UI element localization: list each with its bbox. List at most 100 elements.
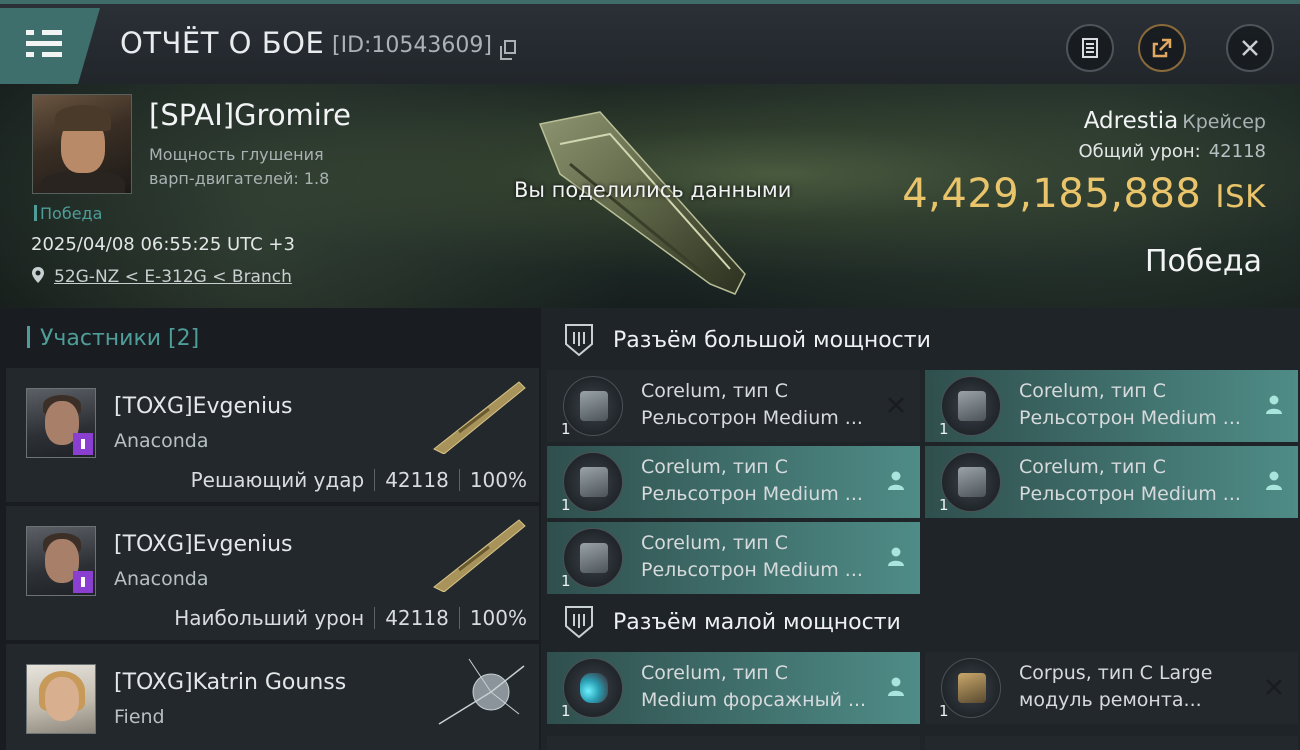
copy-icon[interactable] (500, 40, 516, 60)
high-slot-title: Разъём большой мощности (613, 328, 931, 353)
person-icon (888, 547, 904, 566)
module-type: Рельсотрон Medium ... (641, 483, 863, 505)
module-type: Рельсотрон Medium ... (1019, 483, 1241, 505)
module-quantity: 1 (939, 420, 949, 438)
module-type: модуль ремонта... (1019, 689, 1202, 711)
module-shape (580, 543, 608, 573)
person-icon (888, 677, 904, 696)
report-id: [ID:10543609] (332, 33, 492, 58)
total-damage: Общий урон: 42118 (1078, 141, 1266, 162)
divider (374, 469, 376, 491)
high-slot-icon (565, 324, 593, 357)
low-slot-title: Разъём малой мощности (613, 610, 901, 635)
participant-percent: 100% (469, 606, 527, 630)
module-quantity: 1 (561, 702, 571, 720)
afterburner-icon (563, 658, 623, 718)
divider (458, 469, 460, 491)
menu-button[interactable] (0, 8, 100, 84)
module-type: Рельсотрон Medium ... (641, 559, 863, 581)
report-button[interactable] (1066, 24, 1114, 72)
pilot-stat: Мощность глушения варп-двигателей: 1.8 (149, 143, 329, 191)
participant-row[interactable]: [TOXG]Evgenius Anaconda Решающий удар 421… (6, 368, 539, 502)
share-icon (1152, 38, 1172, 58)
avatar (26, 664, 96, 734)
module-slot[interactable]: 1 Corelum, тип C Рельсотрон Medium ... (925, 370, 1298, 442)
module-slot[interactable]: 1 Corelum, тип C Рельсотрон Medium ... (925, 446, 1298, 518)
module-name: Corelum, тип C (641, 532, 789, 554)
ship-name: Adrestia (1083, 108, 1179, 134)
location-pin-icon (32, 267, 44, 283)
person-icon (1266, 471, 1282, 490)
ship-class: Крейсер (1182, 111, 1266, 133)
participant-name: [TOXG]Evgenius (114, 394, 293, 419)
victory-tag: Победа (34, 204, 102, 223)
share-button[interactable] (1138, 24, 1186, 72)
module-name: Corelum, тип C (641, 456, 789, 478)
module-name: Corelum, тип C (1019, 380, 1167, 402)
participant-row[interactable]: [TOXG]Evgenius Anaconda Наибольший урон 4… (6, 506, 539, 640)
module-shape (958, 391, 986, 421)
badge-icon (73, 571, 93, 593)
location-link[interactable]: 52G-NZ < E-312G < Branch (54, 267, 292, 287)
module-slot-partial[interactable] (547, 736, 920, 750)
victim-ship[interactable]: Adrestia Крейсер (1084, 108, 1266, 134)
module-quantity: 1 (939, 496, 949, 514)
participant-name: [TOXG]Katrin Gounss (114, 670, 347, 695)
fitting-panel: Разъём большой мощности 1 Corelum, тип C… (541, 308, 1300, 750)
participants-panel: Участники [2] [TOXG]Evgenius Anaconda Ре… (0, 308, 541, 750)
module-type: Рельсотрон Medium ... (641, 407, 863, 429)
menu-icon (26, 30, 62, 35)
module-name: Corelum, тип C (641, 380, 789, 402)
participant-percent: 100% (469, 468, 527, 492)
module-name: Corelum, тип C (641, 662, 789, 684)
isk-amount: 4,429,185,888 (902, 171, 1202, 217)
battle-result: Победа (1145, 244, 1262, 279)
avatar-face (45, 677, 79, 721)
header-bar: ОТЧЁТ О БОЕ [ID:10543609] (0, 0, 1300, 84)
railgun-icon (563, 528, 623, 588)
participant-role: Наибольший урон (174, 606, 365, 630)
pilot-portrait[interactable] (32, 94, 132, 194)
railgun-icon (941, 452, 1001, 512)
module-slot[interactable]: 1 Corpus, тип C Large модуль ремонта... (925, 652, 1298, 724)
participant-ship: Anaconda (114, 430, 209, 452)
module-slot[interactable]: 1 Corelum, тип C Medium форсажный ... (547, 652, 920, 724)
participant-damage: 42118 (385, 606, 449, 630)
divider (458, 607, 460, 629)
module-type: Рельсотрон Medium ... (1019, 407, 1241, 429)
pilot-name[interactable]: [SPAI]Gromire (149, 98, 351, 132)
close-icon (1242, 40, 1258, 56)
avatar (26, 388, 96, 458)
menu-icon-bar (26, 52, 62, 57)
ship-thumbnail (433, 519, 526, 592)
participant-role: Решающий удар (190, 468, 365, 492)
module-shape (580, 467, 608, 497)
portrait-cap (55, 105, 111, 131)
module-shape (580, 391, 608, 421)
module-slot[interactable]: 1 Corelum, тип C Рельсотрон Medium ... (547, 446, 920, 518)
participant-row[interactable]: [TOXG]Katrin Gounss Fiend (6, 644, 539, 750)
railgun-icon (941, 376, 1001, 436)
pilot-stat-line1: Мощность глушения (149, 145, 324, 164)
menu-icon-gap (34, 30, 42, 35)
page-title: ОТЧЁТ О БОЕ (120, 26, 325, 60)
person-icon (1266, 395, 1282, 414)
module-slot[interactable]: 1 Corelum, тип C Рельсотрон Medium ... (547, 522, 920, 594)
module-shape (958, 673, 986, 703)
total-damage-value: 42118 (1208, 141, 1266, 162)
pilot-stat-line2: варп-двигателей: 1.8 (149, 169, 330, 188)
low-slot-icon (565, 606, 593, 639)
avatar (26, 526, 96, 596)
battle-datetime: 2025/04/08 06:55:25 UTC +3 (31, 234, 295, 255)
module-slot[interactable]: 1 Corelum, тип C Рельсотрон Medium ... (547, 370, 920, 442)
module-slot-partial[interactable] (925, 736, 1298, 750)
module-quantity: 1 (561, 496, 571, 514)
railgun-icon (563, 452, 623, 512)
person-icon (888, 471, 904, 490)
close-button[interactable] (1226, 24, 1274, 72)
participants-header[interactable]: Участники [2] (27, 326, 199, 351)
divider (374, 607, 376, 629)
menu-icon-gap (34, 52, 42, 57)
participant-ship: Anaconda (114, 568, 209, 590)
ship-image (538, 111, 746, 295)
